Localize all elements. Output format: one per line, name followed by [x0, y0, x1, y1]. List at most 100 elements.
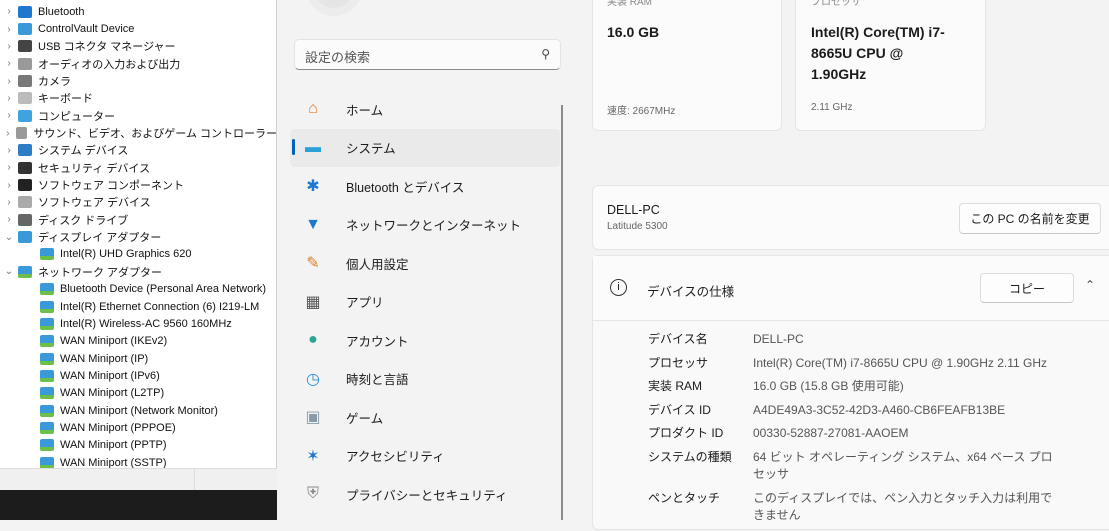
tree-device[interactable]: Bluetooth Device (Personal Area Network)	[0, 281, 277, 298]
device-label: WAN Miniport (Network Monitor)	[60, 404, 218, 417]
spec-value[interactable]: A4DE49A3-3C52-42D3-A460-CB6FEAFB13BE	[753, 402, 1053, 420]
tree-category[interactable]: › セキュリティ デバイス	[0, 159, 277, 176]
nav-item[interactable]: ⌂ ホーム	[290, 90, 560, 129]
nav-item[interactable]: ✎ 個人用設定	[290, 244, 560, 283]
processor-value: Intel(R) Core(TM) i7-8665U CPU @ 1.90GHz	[811, 24, 945, 82]
chevron-right-icon[interactable]: ›	[2, 197, 16, 208]
device-specs-section: i デバイスの仕様 コピー ⌃ デバイス名 DELL-PC プロセッサ Intel(R…	[592, 255, 1109, 530]
settings-search-input[interactable]: 設定の検索 ⚲	[294, 39, 561, 70]
device-label: WAN Miniport (PPPOE)	[60, 421, 176, 434]
network-adapter-icon	[40, 317, 54, 330]
spec-value[interactable]: 64 ビット オペレーティング システム、x64 ベース プロセッサ	[753, 449, 1053, 484]
tree-category[interactable]: › オーディオの入力および出力	[0, 55, 277, 72]
tree-category[interactable]: › サウンド、ビデオ、およびゲーム コントローラー	[0, 124, 277, 141]
tree-category[interactable]: › ディスク ドライブ	[0, 211, 277, 228]
tree-device[interactable]: WAN Miniport (L2TP)	[0, 385, 277, 402]
spec-row: プロダクト ID 00330-52887-27081-AAOEM	[648, 425, 1053, 443]
spec-row: システムの種類 64 ビット オペレーティング システム、x64 ベース プロセッ…	[648, 449, 1053, 484]
search-placeholder: 設定の検索	[305, 50, 371, 65]
nav-item[interactable]: ⛨ プライバシーとセキュリティ	[290, 475, 560, 514]
home-icon: ⌂	[308, 100, 318, 118]
processor-speed: 2.11 GHz	[811, 102, 853, 113]
tree-device[interactable]: WAN Miniport (PPPOE)	[0, 419, 277, 436]
chevron-right-icon[interactable]: ›	[2, 24, 16, 35]
usb-icon	[18, 40, 32, 53]
device-label: Bluetooth Device (Personal Area Network)	[60, 283, 267, 296]
chevron-up-icon[interactable]: ⌃	[1085, 278, 1095, 292]
copy-button[interactable]: コピー	[980, 273, 1074, 303]
bluetooth-icon: ✱	[306, 178, 320, 196]
device-label: Intel(R) Ethernet Connection (6) I219-LM	[60, 300, 260, 313]
ram-value: 16.0 GB	[607, 24, 660, 40]
chevron-down-icon[interactable]: ⌄	[2, 266, 16, 277]
chevron-right-icon[interactable]: ›	[2, 58, 16, 69]
tree-category[interactable]: › ソフトウェア デバイス	[0, 194, 277, 211]
time-language-icon: ◷	[306, 370, 320, 388]
nav-label: アプリ	[346, 296, 384, 311]
category-label: ディスク ドライブ	[38, 214, 129, 227]
nav-label: アカウント	[346, 334, 409, 349]
device-label: WAN Miniport (L2TP)	[60, 387, 165, 400]
nav-item[interactable]: ▬ システム	[290, 128, 560, 167]
tree-device[interactable]: Intel(R) UHD Graphics 620	[0, 246, 277, 263]
tree-device[interactable]: WAN Miniport (IPv6)	[0, 367, 277, 384]
tree-category[interactable]: › コンピューター	[0, 107, 277, 124]
tree-category[interactable]: › システム デバイス	[0, 142, 277, 159]
tree-device[interactable]: Intel(R) Wireless-AC 9560 160MHz	[0, 315, 277, 332]
category-label: ディスプレイ アダプター	[38, 232, 162, 245]
nav-scrollbar[interactable]	[561, 105, 563, 520]
tree-category[interactable]: › ソフトウェア コンポーネント	[0, 176, 277, 193]
chevron-right-icon[interactable]: ›	[2, 93, 16, 104]
nav-item[interactable]: ● アカウント	[290, 321, 560, 360]
chevron-down-icon[interactable]: ⌄	[2, 232, 16, 243]
tree-device[interactable]: Intel(R) Ethernet Connection (6) I219-LM	[0, 298, 277, 315]
brush-icon: ✎	[306, 255, 320, 273]
chevron-right-icon[interactable]: ›	[2, 128, 14, 139]
tree-device[interactable]: WAN Miniport (IP)	[0, 350, 277, 367]
security-key-icon	[18, 161, 32, 174]
nav-item[interactable]: ◷ 時刻と言語	[290, 360, 560, 399]
tree-category[interactable]: › キーボード	[0, 90, 277, 107]
spec-value[interactable]: 00330-52887-27081-AAOEM	[753, 425, 1053, 443]
chevron-right-icon[interactable]: ›	[2, 180, 16, 191]
nav-item[interactable]: ✶ アクセシビリティ	[290, 437, 560, 476]
spec-key: デバイス ID	[648, 402, 711, 417]
tree-category[interactable]: › カメラ	[0, 72, 277, 89]
network-adapter-icon	[40, 283, 54, 296]
nav-item[interactable]: ▣ ゲーム	[290, 398, 560, 437]
tree-category[interactable]: › Bluetooth	[0, 3, 277, 20]
device-icon	[18, 196, 32, 209]
tree-category[interactable]: ⌄ ネットワーク アダプター	[0, 263, 277, 280]
chevron-right-icon[interactable]: ›	[2, 6, 16, 17]
tree-category[interactable]: › USB コネクタ マネージャー	[0, 38, 277, 55]
avatar[interactable]	[306, 0, 362, 16]
nav-item[interactable]: ▦ アプリ	[290, 283, 560, 322]
nav-item[interactable]: ▼ ネットワークとインターネット	[290, 206, 560, 245]
spec-value[interactable]: DELL-PC	[753, 331, 1053, 349]
spec-key: 実装 RAM	[648, 379, 703, 393]
tree-category[interactable]: ⌄ ディスプレイ アダプター	[0, 228, 277, 245]
tree-category[interactable]: › ControlVault Device	[0, 20, 277, 37]
chevron-right-icon[interactable]: ›	[2, 110, 16, 121]
chevron-right-icon[interactable]: ›	[2, 214, 16, 225]
component-icon	[18, 179, 32, 192]
network-adapter-icon	[40, 421, 54, 434]
spec-row: ペンとタッチ このディスプレイでは、ペン入力とタッチ入力は利用できません	[648, 490, 1053, 525]
tree-device[interactable]: WAN Miniport (IKEv2)	[0, 333, 277, 350]
chevron-right-icon[interactable]: ›	[2, 145, 16, 156]
tree-device[interactable]: WAN Miniport (Network Monitor)	[0, 402, 277, 419]
search-icon[interactable]: ⚲	[541, 47, 550, 61]
tree-device[interactable]: WAN Miniport (PPTP)	[0, 437, 277, 454]
nav-item[interactable]: ✱ Bluetooth とデバイス	[290, 167, 560, 206]
chevron-right-icon[interactable]: ›	[2, 41, 16, 52]
device-specs-header[interactable]: i デバイスの仕様 コピー ⌃	[593, 256, 1109, 321]
spec-value[interactable]: 16.0 GB (15.8 GB 使用可能)	[753, 378, 1053, 396]
chevron-right-icon[interactable]: ›	[2, 76, 16, 87]
spec-value[interactable]: このディスプレイでは、ペン入力とタッチ入力は利用できません	[753, 490, 1053, 525]
network-adapter-icon	[40, 335, 54, 348]
folder-icon	[18, 144, 32, 157]
chevron-right-icon[interactable]: ›	[2, 162, 16, 173]
device-manager-window: › Bluetooth › ControlVault Device › USB コネクタ …	[0, 0, 277, 520]
rename-pc-button[interactable]: この PC の名前を変更	[959, 203, 1101, 234]
spec-value[interactable]: Intel(R) Core(TM) i7-8665U CPU @ 1.90GHz…	[753, 355, 1053, 373]
